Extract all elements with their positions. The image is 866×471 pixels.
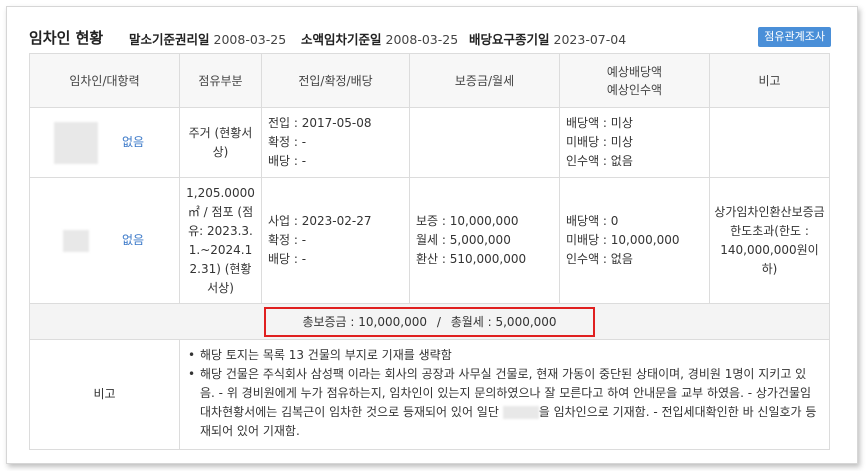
- undistributed-line: 미배당 : 10,000,000: [566, 233, 680, 247]
- expected-cell: 배당액 : 0 미배당 : 10,000,000 인수액 : 없음: [559, 177, 710, 304]
- confirm-line: 확정 : -: [268, 233, 307, 247]
- small-lease-base-date-value: 2008-03-25: [385, 32, 459, 47]
- expected-cell: 배당액 : 미상 미배당 : 미상 인수액 : 없음: [559, 107, 710, 178]
- table-row: 없음 주거 (현황서상) 전입 : 2017-05-08 확정 : - 배당 :…: [29, 107, 830, 178]
- panel-header: 임차인 현황 말소기준권리일 2008-03-25 소액임차기준일 2008-03-…: [29, 27, 831, 51]
- note-cell: 상가임차인환산보증금 한도초과(한도 : 140,000,000원이하): [709, 177, 830, 304]
- page-title: 임차인 현황: [29, 29, 104, 47]
- remarks-row: 비고 해당 토지는 목록 13 건물의 부지로 기재를 생략함 해당 건물은 주…: [29, 339, 830, 450]
- redacted-tenant-name: [54, 121, 98, 164]
- move-in-cell: 전입 : 2017-05-08 확정 : - 배당 : -: [261, 107, 410, 178]
- col-expected-line2: 예상인수액: [606, 82, 663, 97]
- remarks-label: 비고: [29, 339, 180, 450]
- dividend-deadline-label: 배당요구종기일: [469, 32, 550, 47]
- undistributed-line: 미배당 : 미상: [566, 135, 633, 149]
- cancellation-base-date-value: 2008-03-25: [213, 32, 287, 47]
- remark-item: 해당 건물은 주식회사 삼성팩 이라는 회사의 공장과 사무실 건물로, 현재 …: [188, 365, 821, 441]
- remarks-list: 해당 토지는 목록 13 건물의 부지로 기재를 생략함 해당 건물은 주식회사…: [180, 340, 829, 449]
- tenant-cell: 없음: [29, 177, 180, 304]
- col-expected-line1: 예상배당액: [606, 64, 663, 79]
- col-tenant: 임차인/대항력: [29, 53, 180, 108]
- dividend-deadline-date: 배당요구종기일 2023-07-04: [469, 29, 626, 48]
- business-registration-line: 사업 : 2023-02-27: [268, 214, 372, 228]
- cancellation-base-date: 말소기준권리일 2008-03-25: [129, 29, 286, 48]
- col-move-in: 전입/확정/배당: [261, 53, 410, 108]
- dividend-deadline-value: 2023-07-04: [553, 32, 627, 47]
- col-occupancy: 점유부분: [179, 53, 262, 108]
- occupancy-cell: 주거 (현황서상): [179, 107, 262, 178]
- table-row: 없음 1,205.0000㎡ / 점포 (점유: 2023.3.1.~2024.…: [29, 177, 830, 304]
- summary-separator: /: [436, 314, 441, 329]
- dividend-line: 배당 : -: [268, 252, 307, 266]
- note-cell: [709, 107, 830, 178]
- assumed-amount-line: 인수액 : 없음: [566, 252, 633, 266]
- tenant-table: 임차인/대항력 점유부분 전입/확정/배당 보증금/월세 예상배당액 예상인수액…: [29, 53, 830, 450]
- occupancy-cell: 1,205.0000㎡ / 점포 (점유: 2023.3.1.~2024.12.…: [179, 177, 262, 304]
- deposit-line: 보증 : 10,000,000: [416, 214, 519, 228]
- highlighted-summary: 총보증금 : 10,000,000 / 총월세 : 5,000,000: [264, 306, 595, 337]
- total-monthly-rent: 총월세 : 5,000,000: [450, 314, 557, 329]
- remark-item: 해당 토지는 목록 13 건물의 부지로 기재를 생략함: [188, 346, 821, 365]
- deposit-cell: [409, 107, 560, 178]
- table-header-row: 임차인/대항력 점유부분 전입/확정/배당 보증금/월세 예상배당액 예상인수액…: [29, 53, 830, 108]
- redacted-tenant-name: [63, 229, 89, 252]
- converted-line: 환산 : 510,000,000: [416, 252, 527, 266]
- opposing-power-link[interactable]: 없음: [122, 231, 144, 250]
- assumed-amount-line: 인수액 : 없음: [566, 154, 633, 168]
- occupancy-investigation-button[interactable]: 점유관계조사: [758, 27, 831, 47]
- dividend-amount-line: 배당액 : 0: [566, 214, 619, 228]
- tenant-cell: 없음: [29, 107, 180, 178]
- tenant-status-panel: 임차인 현황 말소기준권리일 2008-03-25 소액임차기준일 2008-03-…: [6, 6, 858, 464]
- small-lease-base-date: 소액임차기준일 2008-03-25: [301, 29, 458, 48]
- total-deposit: 총보증금 : 10,000,000: [302, 314, 427, 329]
- confirm-line: 확정 : -: [268, 135, 307, 149]
- remarks-cell: 해당 토지는 목록 13 건물의 부지로 기재를 생략함 해당 건물은 주식회사…: [179, 339, 830, 450]
- col-note: 비고: [709, 53, 830, 108]
- move-in-line: 전입 : 2017-05-08: [268, 116, 372, 130]
- col-expected: 예상배당액 예상인수액: [559, 53, 710, 108]
- monthly-rent-line: 월세 : 5,000,000: [416, 233, 511, 247]
- dividend-line: 배당 : -: [268, 154, 307, 168]
- col-deposit: 보증금/월세: [409, 53, 560, 108]
- move-in-cell: 사업 : 2023-02-27 확정 : - 배당 : -: [261, 177, 410, 304]
- cancellation-base-date-label: 말소기준권리일: [129, 32, 210, 47]
- small-lease-base-date-label: 소액임차기준일: [301, 32, 382, 47]
- summary-row: 총보증금 : 10,000,000 / 총월세 : 5,000,000: [29, 303, 830, 340]
- opposing-power-link[interactable]: 없음: [122, 133, 144, 152]
- deposit-cell: 보증 : 10,000,000 월세 : 5,000,000 환산 : 510,…: [409, 177, 560, 304]
- redacted-name: [502, 406, 539, 419]
- dividend-amount-line: 배당액 : 미상: [566, 116, 633, 130]
- summary-cell: 총보증금 : 10,000,000 / 총월세 : 5,000,000: [29, 303, 830, 340]
